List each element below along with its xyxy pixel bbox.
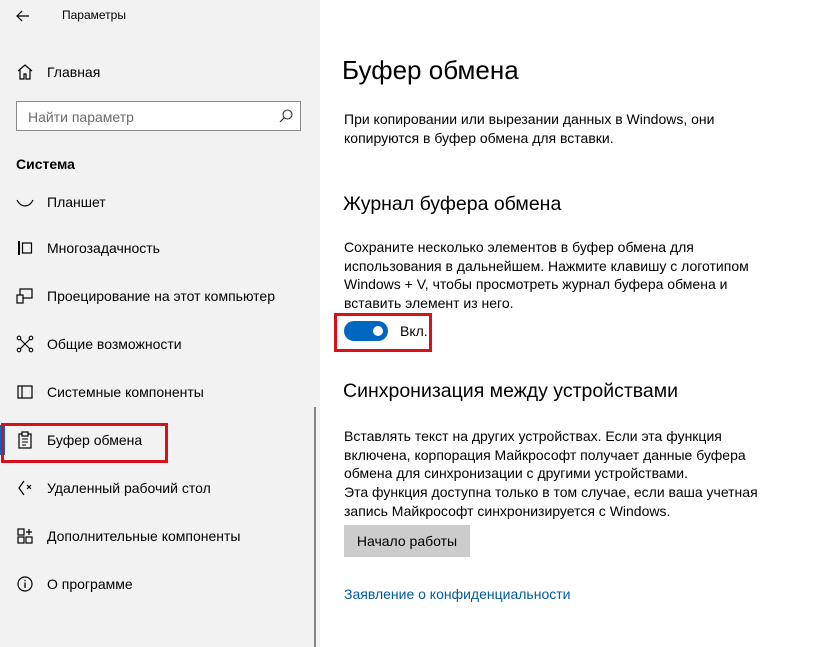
toggle-knob xyxy=(373,326,383,336)
multitasking-icon xyxy=(18,241,33,255)
sidebar-item-optional-features[interactable]: Дополнительные компоненты xyxy=(0,514,316,558)
sidebar-item-label: Буфер обмена xyxy=(47,432,143,448)
sidebar-item-label: О программе xyxy=(47,576,133,592)
sidebar: Параметры Главная Найти параметр Система… xyxy=(0,0,320,647)
section-title: Система xyxy=(16,156,75,172)
sidebar-item-multitasking[interactable]: Многозадачность xyxy=(0,226,316,270)
remote-desktop-icon xyxy=(18,480,32,496)
sidebar-item-about[interactable]: О программе xyxy=(0,562,316,606)
page-title: Буфер обмена xyxy=(342,55,519,85)
home-icon xyxy=(17,64,33,80)
clipboard-icon xyxy=(18,431,32,449)
sidebar-item-label: Системные компоненты xyxy=(47,384,204,400)
sidebar-item-label: Дополнительные компоненты xyxy=(47,528,241,544)
history-toggle-row: Вкл. xyxy=(344,320,434,344)
sidebar-scrollbar[interactable] xyxy=(314,407,316,647)
back-button[interactable] xyxy=(10,4,36,28)
tablet-icon xyxy=(16,199,34,207)
toggle-state-label: Вкл. xyxy=(400,323,428,339)
search-placeholder: Найти параметр xyxy=(28,109,134,125)
sidebar-item-projecting[interactable]: Проецирование на этот компьютер xyxy=(0,274,316,318)
app-title: Параметры xyxy=(62,8,126,22)
intro-text: При копировании или вырезании данных в W… xyxy=(344,111,715,146)
system-components-icon xyxy=(17,385,33,399)
history-description: Сохраните несколько элементов в буфер об… xyxy=(344,239,749,311)
sync-heading: Синхронизация между устройствами xyxy=(343,380,679,402)
selection-indicator xyxy=(0,425,5,455)
projecting-icon xyxy=(16,288,33,304)
sidebar-item-tablet[interactable]: Планшет xyxy=(0,180,316,224)
main-content: Буфер обмена При копировании или вырезан… xyxy=(320,0,833,647)
search-icon[interactable] xyxy=(278,108,294,124)
history-heading: Журнал буфера обмена xyxy=(343,193,562,215)
optional-features-icon xyxy=(17,528,33,544)
back-arrow-icon xyxy=(16,10,29,22)
sidebar-item-label: Проецирование на этот компьютер xyxy=(47,288,275,304)
clipboard-history-toggle[interactable] xyxy=(344,321,388,341)
privacy-statement-link[interactable]: Заявление о конфиденциальности xyxy=(344,586,570,602)
sync-account-note: Эта функция доступна только в том случае… xyxy=(344,484,758,519)
search-input[interactable]: Найти параметр xyxy=(16,101,301,131)
sidebar-item-home[interactable]: Главная xyxy=(0,56,316,88)
sidebar-item-label: Многозадачность xyxy=(47,240,160,256)
sidebar-item-label: Главная xyxy=(47,64,101,80)
sidebar-item-label: Планшет xyxy=(47,194,106,210)
sidebar-item-label: Общие возможности xyxy=(47,336,182,352)
sync-description: Вставлять текст на других устройствах. Е… xyxy=(344,428,746,481)
sidebar-item-label: Удаленный рабочий стол xyxy=(47,480,211,496)
shared-experiences-icon xyxy=(16,335,34,353)
sidebar-item-system-components[interactable]: Системные компоненты xyxy=(0,370,316,414)
sidebar-item-remote-desktop[interactable]: Удаленный рабочий стол xyxy=(0,466,316,510)
about-icon xyxy=(17,576,33,592)
sidebar-item-clipboard[interactable]: Буфер обмена xyxy=(0,418,316,462)
get-started-button[interactable]: Начало работы xyxy=(344,525,470,557)
sidebar-item-shared-experiences[interactable]: Общие возможности xyxy=(0,322,316,366)
